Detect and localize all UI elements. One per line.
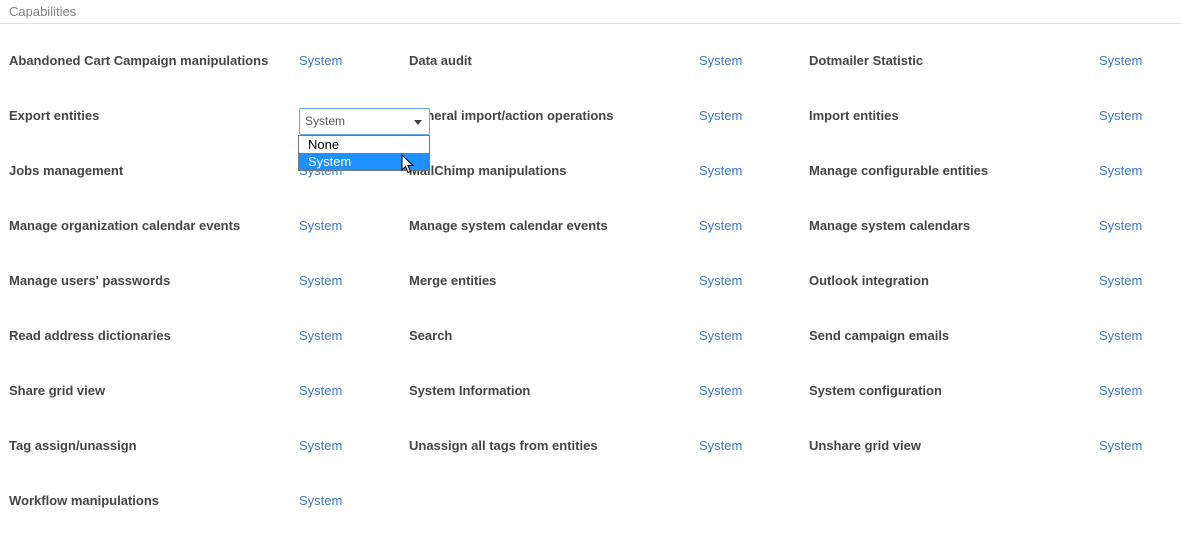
capability-access-level[interactable]: System — [299, 489, 342, 513]
capability-access-level[interactable]: System — [699, 324, 742, 348]
capability-label: Manage users' passwords — [9, 273, 171, 288]
capability-access-level[interactable]: System — [1099, 379, 1142, 403]
capability-access-level[interactable]: System — [299, 49, 342, 73]
capability-access-level[interactable]: System — [1099, 269, 1142, 293]
mouse-cursor-icon — [401, 154, 415, 174]
capability-label: Import entities — [809, 108, 899, 123]
capability-access-level[interactable]: System — [699, 159, 742, 183]
capability-access-level[interactable]: System — [299, 214, 342, 238]
capability-access-level[interactable]: System — [699, 269, 742, 293]
capability-access-level[interactable]: System — [299, 324, 342, 348]
capability-access-level[interactable]: System — [1099, 214, 1142, 238]
capability-access-level[interactable]: System — [699, 214, 742, 238]
capability-label: Send campaign emails — [809, 328, 950, 343]
capability-label: Export entities — [9, 108, 100, 123]
capability-label: General import/action operations — [409, 108, 614, 123]
option-none[interactable]: None — [299, 136, 429, 153]
capability-label: Abandoned Cart Campaign manipulations — [9, 53, 269, 68]
capability-access-level[interactable]: System — [699, 49, 742, 73]
capability-label: Manage system calendars — [809, 218, 971, 233]
capability-access-level[interactable]: System — [1099, 159, 1142, 183]
capability-label: Outlook integration — [809, 273, 929, 288]
capability-access-level[interactable]: System — [299, 434, 342, 458]
capability-label: Manage system calendar events — [409, 218, 608, 233]
capability-label: System configuration — [809, 383, 942, 398]
capability-access-level[interactable]: System — [1099, 104, 1142, 128]
capability-label: System Information — [409, 383, 531, 398]
capability-label: Manage organization calendar events — [9, 218, 241, 233]
capability-access-level[interactable]: System — [699, 104, 742, 128]
capability-access-level[interactable]: System — [699, 434, 742, 458]
capability-label: Unassign all tags from entities — [409, 438, 598, 453]
chevron-down-icon[interactable] — [414, 120, 422, 125]
capability-label: Read address dictionaries — [9, 328, 171, 343]
capability-label: Unshare grid view — [809, 438, 921, 453]
capability-access-level[interactable]: System — [299, 269, 342, 293]
capabilities-header: Capabilities — [0, 0, 1181, 24]
capability-access-level[interactable]: System — [1099, 49, 1142, 73]
capability-label: Jobs management — [9, 163, 124, 178]
capability-label: Data audit — [409, 53, 472, 68]
capability-label: Manage configurable entities — [809, 163, 989, 178]
capability-label: Search — [409, 328, 453, 343]
capability-label: MailChimp manipulations — [409, 163, 567, 178]
capability-access-level[interactable]: System — [699, 379, 742, 403]
capability-label: Share grid view — [9, 383, 106, 398]
capability-label: Workflow manipulations — [9, 493, 159, 508]
capability-label: Tag assign/unassign — [9, 438, 137, 453]
select-current-value: System — [305, 114, 346, 128]
capability-access-level[interactable]: System — [299, 379, 342, 403]
access-level-select[interactable]: System — [299, 108, 430, 135]
section-title: Capabilities — [9, 4, 77, 19]
capability-access-level[interactable]: System — [1099, 434, 1142, 458]
capability-label: Dotmailer Statistic — [809, 53, 924, 68]
capability-access-level[interactable]: System — [1099, 324, 1142, 348]
capability-label: Merge entities — [409, 273, 497, 288]
